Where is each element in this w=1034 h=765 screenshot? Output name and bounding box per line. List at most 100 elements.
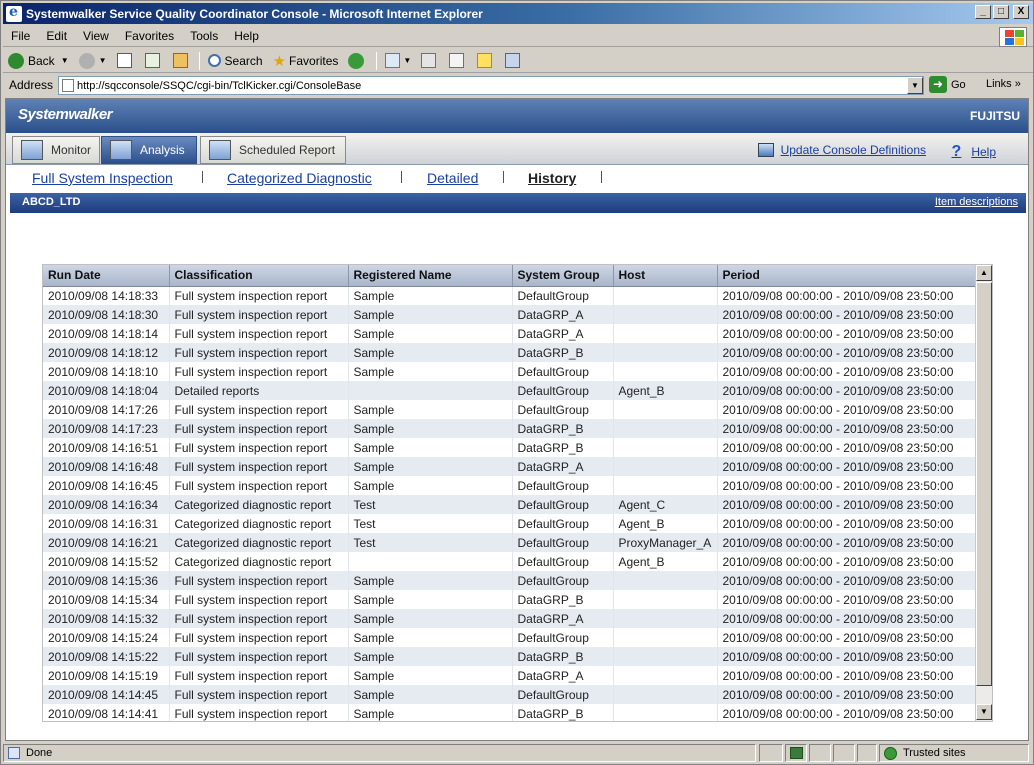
title-bar[interactable]: Systemwalker Service Quality Coordinator…: [3, 3, 1033, 24]
table-cell: Sample: [348, 685, 513, 704]
edit-icon: [449, 53, 465, 68]
maximize-button[interactable]: □: [993, 5, 1009, 19]
table-row[interactable]: 2010/09/08 14:15:32 Full system inspectio…: [43, 609, 978, 628]
search-button[interactable]: Search: [203, 50, 268, 72]
table-cell: DataGRP_B: [512, 647, 614, 666]
table-cell: [613, 400, 718, 419]
close-button[interactable]: X: [1013, 5, 1029, 19]
zone-cell[interactable]: Trusted sites: [879, 744, 1029, 762]
table-cell: Agent_B: [613, 514, 718, 533]
item-descriptions-link[interactable]: Item descriptions: [935, 196, 1018, 208]
table-cell: 2010/09/08 00:00:00 - 2010/09/08 23:50:0…: [717, 400, 978, 419]
table-row[interactable]: 2010/09/08 14:18:10 Full system inspectio…: [43, 362, 978, 381]
table-row[interactable]: 2010/09/08 14:16:51 Full system inspectio…: [43, 438, 978, 457]
tab-analysis[interactable]: Analysis: [101, 136, 197, 164]
table-row[interactable]: 2010/09/08 14:16:45 Full system inspectio…: [43, 476, 978, 495]
address-input[interactable]: http://sqcconsole/SSQC/cgi-bin/TclKicker…: [58, 76, 924, 95]
table-cell: DefaultGroup: [512, 514, 614, 533]
table-row[interactable]: 2010/09/08 14:16:34 Categorized diagnosti…: [43, 495, 978, 514]
menu-file[interactable]: File: [3, 29, 38, 43]
table-row[interactable]: 2010/09/08 14:16:21 Categorized diagnosti…: [43, 533, 978, 552]
back-label: Back: [28, 53, 55, 68]
refresh-button[interactable]: [140, 50, 168, 72]
mail-button[interactable]: ▼: [380, 50, 416, 72]
scroll-thumb[interactable]: [976, 282, 992, 686]
page-icon: [8, 747, 20, 759]
scroll-up-button[interactable]: ▲: [976, 265, 992, 281]
home-icon: [172, 53, 188, 68]
table-row[interactable]: 2010/09/08 14:18:30 Full system inspectio…: [43, 305, 978, 324]
table-cell: Test: [348, 514, 513, 533]
go-arrow-icon: ➜: [929, 76, 947, 93]
tab-monitor[interactable]: Monitor: [12, 136, 100, 164]
table-row[interactable]: 2010/09/08 14:18:12 Full system inspectio…: [43, 343, 978, 362]
vertical-scrollbar[interactable]: ▲ ▼: [975, 265, 992, 721]
table-row[interactable]: 2010/09/08 14:17:23 Full system inspectio…: [43, 419, 978, 438]
print-button[interactable]: [416, 50, 444, 72]
messenger-button[interactable]: [500, 50, 528, 72]
minimize-button[interactable]: _: [975, 5, 991, 19]
table-row[interactable]: 2010/09/08 14:17:26 Full system inspectio…: [43, 400, 978, 419]
table-row[interactable]: 2010/09/08 14:15:22 Full system inspectio…: [43, 647, 978, 666]
column-header[interactable]: Run Date: [43, 265, 170, 287]
mail-icon: [385, 53, 401, 68]
table-row[interactable]: 2010/09/08 14:18:04 Detailed reports Defau…: [43, 381, 978, 400]
menu-view[interactable]: View: [75, 29, 117, 43]
table-row[interactable]: 2010/09/08 14:18:33 Full system inspectio…: [43, 286, 978, 305]
menu-edit[interactable]: Edit: [38, 29, 75, 43]
subtab-history[interactable]: History: [528, 170, 576, 186]
menu-tools[interactable]: Tools: [182, 29, 226, 43]
brand-logo: Systemwalker: [18, 106, 113, 123]
help-link[interactable]: ? Help: [952, 143, 996, 161]
table-row[interactable]: 2010/09/08 14:15:52 Categorized diagnosti…: [43, 552, 978, 571]
table-row[interactable]: 2010/09/08 14:15:19 Full system inspectio…: [43, 666, 978, 685]
table-row[interactable]: 2010/09/08 14:15:24 Full system inspectio…: [43, 628, 978, 647]
tab-scheduled-report[interactable]: Scheduled Report: [200, 136, 346, 164]
forward-arrow-icon: [78, 52, 95, 69]
address-dropdown-button[interactable]: ▼: [907, 77, 923, 94]
search-icon: [207, 54, 221, 67]
table-row[interactable]: 2010/09/08 14:14:45 Full system inspectio…: [43, 685, 978, 704]
favorites-button[interactable]: ★ Favorites: [268, 50, 344, 72]
menu-favorites[interactable]: Favorites: [117, 29, 182, 43]
table-row[interactable]: 2010/09/08 14:18:14 Full system inspectio…: [43, 324, 978, 343]
table-row[interactable]: 2010/09/08 14:14:41 Full system inspectio…: [43, 704, 978, 721]
discuss-button[interactable]: [472, 50, 500, 72]
column-header[interactable]: System Group: [512, 265, 614, 287]
column-header[interactable]: Classification: [169, 265, 349, 287]
back-dropdown-icon[interactable]: ▼: [61, 56, 69, 65]
research-icon: [505, 53, 521, 68]
table-row[interactable]: 2010/09/08 14:16:31 Categorized diagnosti…: [43, 514, 978, 533]
back-arrow-icon: [8, 52, 24, 69]
table-cell: 2010/09/08 14:15:19: [43, 666, 170, 685]
forward-dropdown-icon[interactable]: ▼: [99, 56, 107, 65]
table-cell: Sample: [348, 590, 513, 609]
links-button[interactable]: Links »: [986, 78, 1021, 90]
go-button[interactable]: ➜ Go: [929, 76, 966, 93]
table-cell: Detailed reports: [169, 381, 349, 400]
subtab-full-system-inspection[interactable]: Full System Inspection: [32, 170, 173, 186]
column-header[interactable]: Host: [613, 265, 718, 287]
table-cell: 2010/09/08 14:17:26: [43, 400, 170, 419]
update-console-definitions-link[interactable]: Update Console Definitions: [757, 143, 926, 157]
table-cell: Categorized diagnostic report: [169, 533, 349, 552]
table-row[interactable]: 2010/09/08 14:15:34 Full system inspectio…: [43, 590, 978, 609]
status-text-cell: Done: [3, 744, 756, 762]
column-header[interactable]: Period: [717, 265, 978, 287]
scroll-down-button[interactable]: ▼: [976, 704, 992, 720]
column-header[interactable]: Registered Name: [348, 265, 513, 287]
star-icon: ★: [272, 52, 287, 70]
forward-button[interactable]: ▼: [74, 50, 112, 72]
table-cell: DataGRP_B: [512, 590, 614, 609]
home-button[interactable]: [168, 50, 196, 72]
stop-button[interactable]: [112, 50, 140, 72]
table-row[interactable]: 2010/09/08 14:16:48 Full system inspectio…: [43, 457, 978, 476]
table-row[interactable]: 2010/09/08 14:15:36 Full system inspectio…: [43, 571, 978, 590]
edit-button[interactable]: [444, 50, 472, 72]
back-button[interactable]: Back ▼: [3, 50, 74, 72]
subtab-detailed[interactable]: Detailed: [427, 170, 478, 186]
subtab-categorized-diagnostic[interactable]: Categorized Diagnostic: [227, 170, 372, 186]
history-button[interactable]: [343, 50, 373, 72]
menu-help[interactable]: Help: [226, 29, 267, 43]
table-cell: Test: [348, 533, 513, 552]
